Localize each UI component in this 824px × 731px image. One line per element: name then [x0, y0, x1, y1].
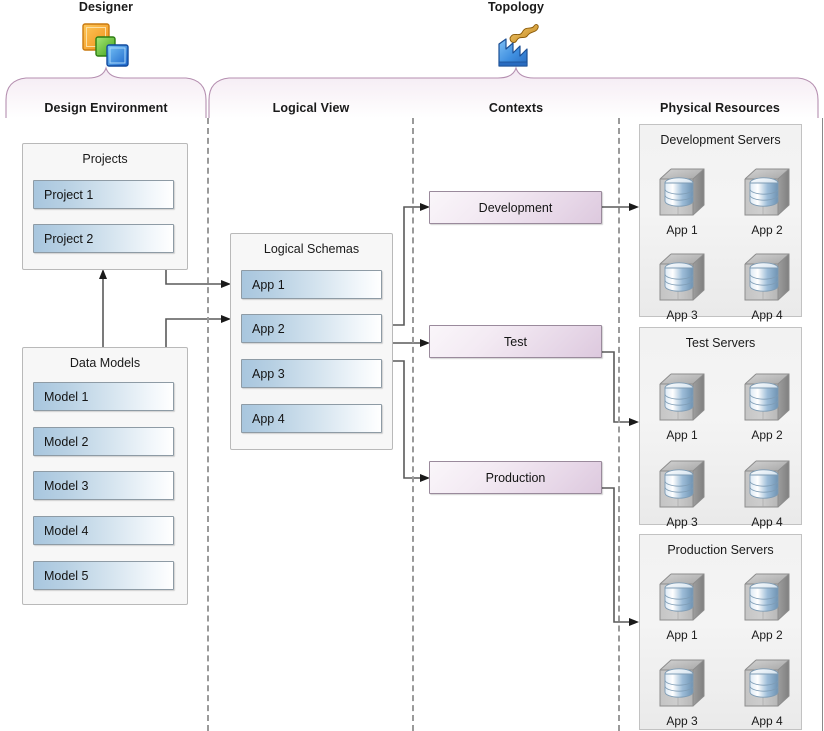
server-caption: App 1	[666, 223, 698, 237]
group-label-topology: Topology	[487, 0, 545, 14]
group-label-designer: Designer	[78, 0, 134, 14]
server-rack-icon	[739, 453, 795, 515]
divider-right-edge	[822, 118, 823, 731]
server-rack-icon	[739, 366, 795, 428]
server-rack-icon	[654, 246, 710, 308]
server-rack-icon	[654, 652, 710, 714]
projects-panel-title: Projects	[82, 152, 128, 166]
server-caption: App 3	[666, 515, 698, 529]
server-caption: App 2	[751, 223, 783, 237]
server-caption: App 4	[751, 515, 783, 529]
server-rack-icon	[654, 566, 710, 628]
server-rack-icon	[654, 161, 710, 223]
context-box-test[interactable]: Test	[429, 325, 602, 358]
server-caption: App 3	[666, 714, 698, 728]
data-model-item[interactable]: Model 2	[33, 427, 174, 456]
logical-schema-item[interactable]: App 1	[241, 270, 382, 299]
development-servers-title: Development Servers	[660, 133, 781, 147]
logical-schemas-panel-title: Logical Schemas	[263, 242, 360, 256]
server-rack-icon	[654, 366, 710, 428]
server-caption: App 4	[751, 714, 783, 728]
context-box-development[interactable]: Development	[429, 191, 602, 224]
server-rack-icon	[739, 161, 795, 223]
stacked-squares-icon	[82, 23, 134, 74]
context-box-production[interactable]: Production	[429, 461, 602, 494]
data-model-item[interactable]: Model 3	[33, 471, 174, 500]
test-servers-title: Test Servers	[685, 336, 756, 350]
column-header-physical-resources: Physical Resources	[660, 101, 780, 115]
server-caption: App 2	[751, 628, 783, 642]
project-item[interactable]: Project 1	[33, 180, 174, 209]
divider-design-logical	[207, 118, 209, 731]
data-models-panel-title: Data Models	[69, 356, 141, 370]
logical-schema-item[interactable]: App 3	[241, 359, 382, 388]
server-rack-icon	[739, 566, 795, 628]
server-rack-icon	[654, 453, 710, 515]
data-model-item[interactable]: Model 1	[33, 382, 174, 411]
server-caption: App 1	[666, 428, 698, 442]
data-model-item[interactable]: Model 4	[33, 516, 174, 545]
logical-schema-item[interactable]: App 2	[241, 314, 382, 343]
server-rack-icon	[739, 246, 795, 308]
column-header-design-environment: Design Environment	[44, 101, 168, 115]
column-header-logical-view: Logical View	[272, 101, 350, 115]
server-rack-icon	[739, 652, 795, 714]
column-header-contexts: Contexts	[488, 101, 544, 115]
arrowhead	[99, 269, 107, 279]
server-caption: App 3	[666, 308, 698, 322]
project-item[interactable]: Project 2	[33, 224, 174, 253]
data-model-item[interactable]: Model 5	[33, 561, 174, 590]
factory-icon	[494, 22, 540, 75]
divider-logical-contexts	[412, 118, 414, 731]
server-caption: App 1	[666, 628, 698, 642]
divider-contexts-physical	[618, 118, 620, 731]
server-caption: App 4	[751, 308, 783, 322]
logical-schema-item[interactable]: App 4	[241, 404, 382, 433]
production-servers-title: Production Servers	[667, 543, 774, 557]
server-caption: App 2	[751, 428, 783, 442]
